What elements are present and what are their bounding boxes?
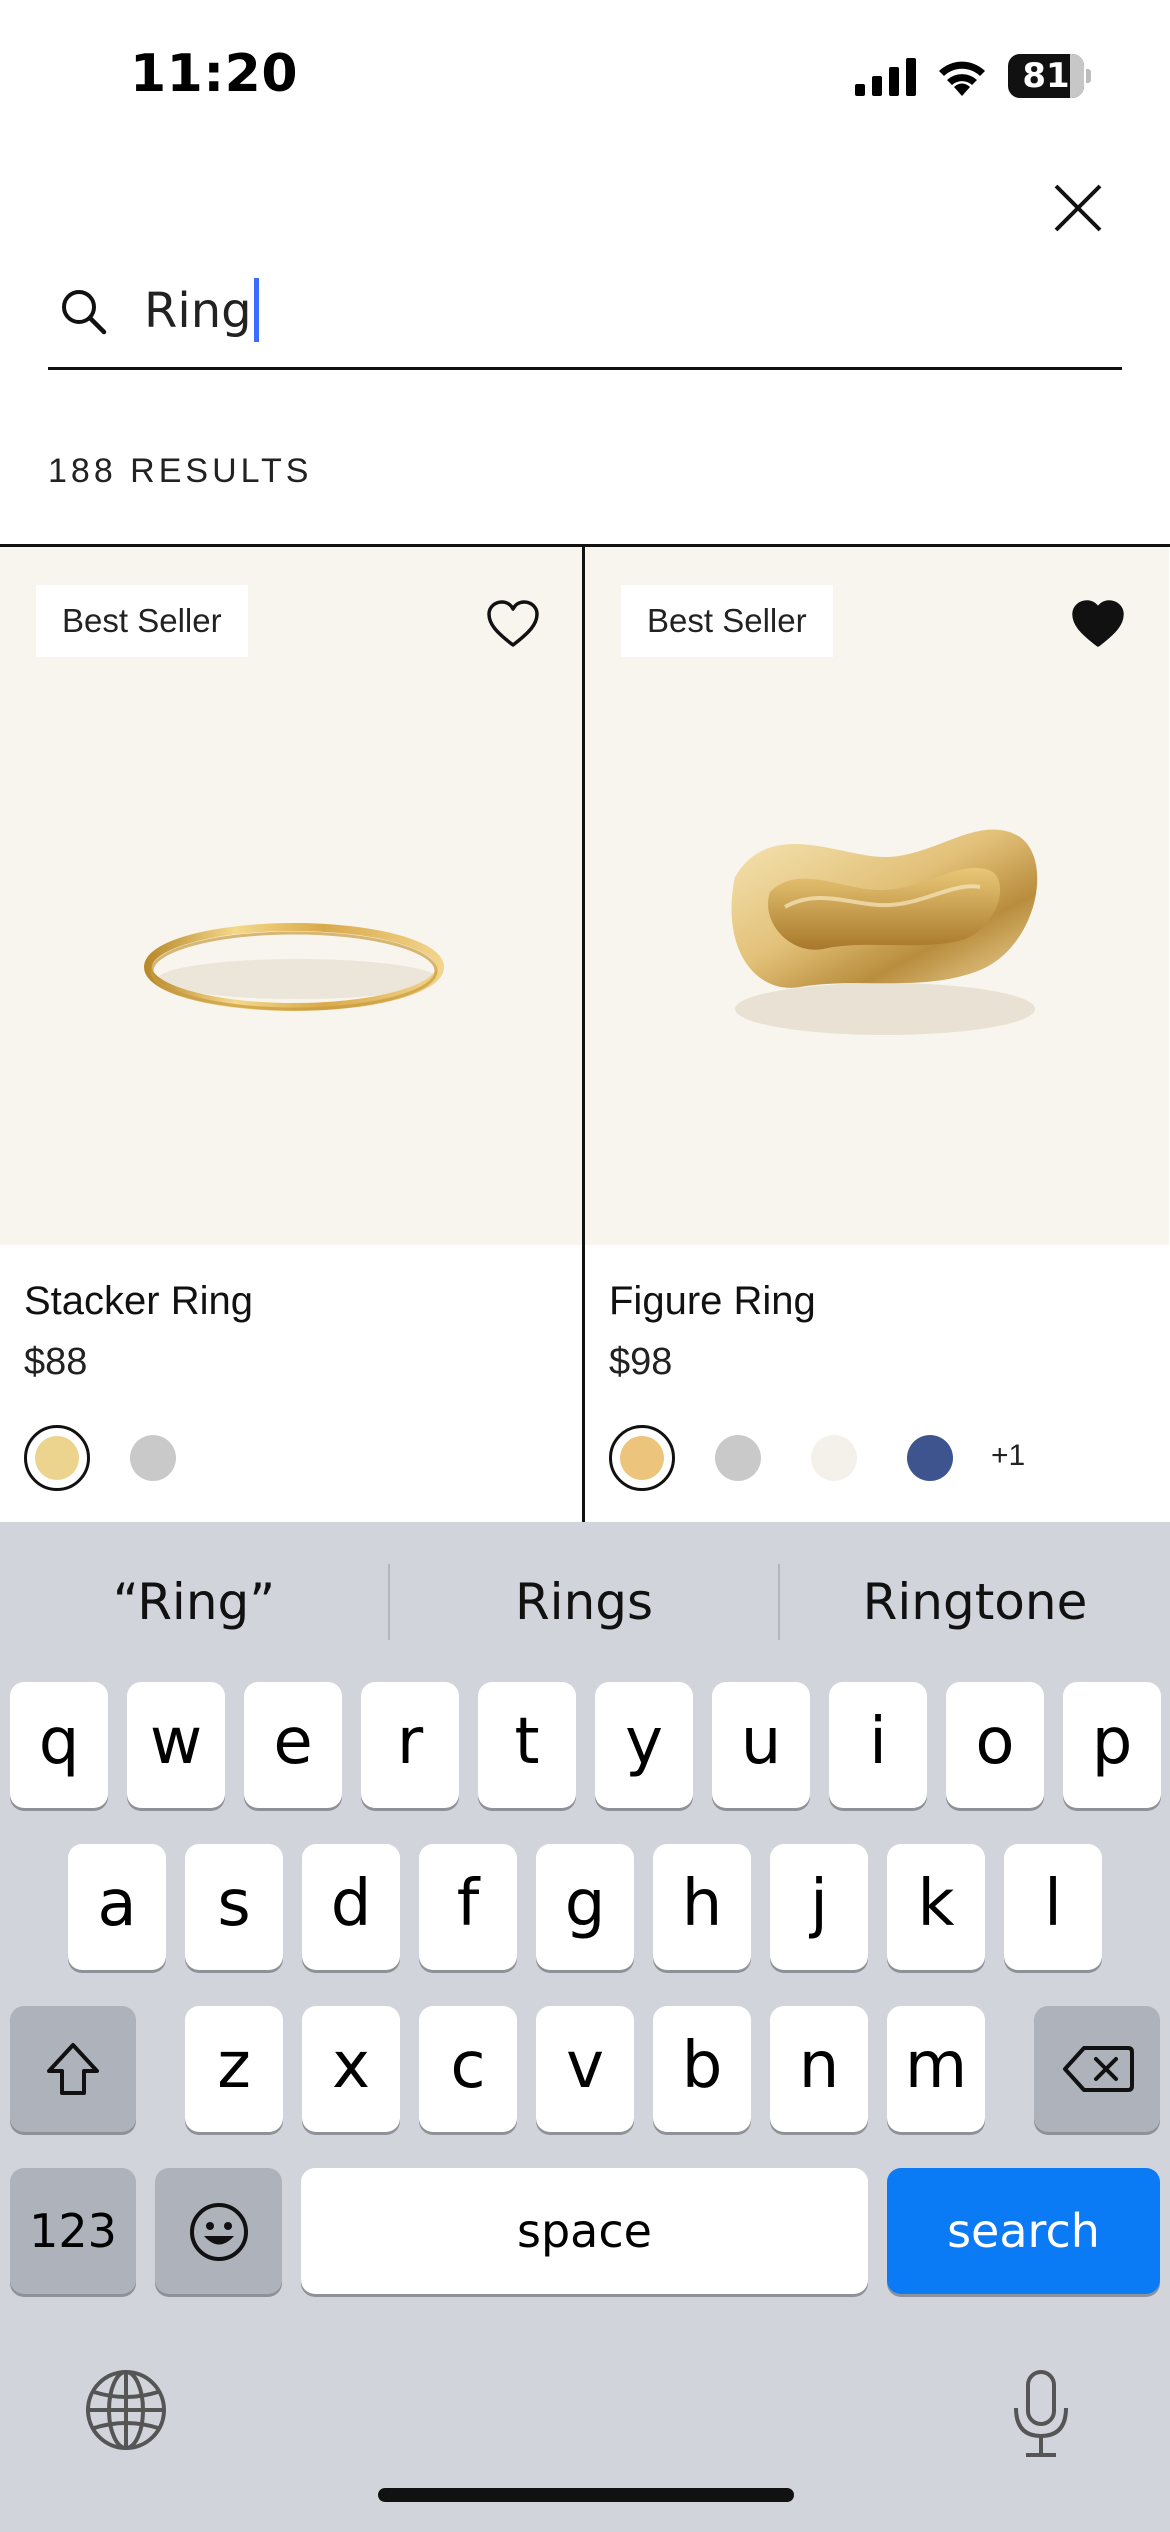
product-name[interactable]: Stacker Ring [24,1279,253,1324]
text-caret [253,278,259,342]
status-bar: 11:20 81 [0,0,1170,150]
backspace-icon [1063,2046,1134,2092]
suggestion-quoted[interactable]: “Ring” [0,1522,388,1682]
swatch-white[interactable] [801,1425,867,1491]
swatch-gold[interactable] [24,1425,90,1491]
microphone-icon[interactable] [1010,2368,1072,2460]
emoji-key[interactable] [155,2168,282,2294]
key-k[interactable]: k [887,1844,985,1970]
product-price: $98 [609,1341,673,1383]
key-u[interactable]: u [712,1682,810,1808]
key-g[interactable]: g [536,1844,634,1970]
key-e[interactable]: e [244,1682,342,1808]
favorite-heart-outline-icon[interactable] [486,599,540,649]
shift-key[interactable] [10,2006,136,2132]
best-seller-badge: Best Seller [621,585,833,657]
key-q[interactable]: q [10,1682,108,1808]
search-input-value: Ring [144,283,252,339]
delete-key[interactable] [1034,2006,1160,2132]
key-l[interactable]: l [1004,1844,1102,1970]
product-card-figure-ring[interactable]: Best Seller Figure Ring $98 +1 [585,547,1169,1522]
key-z[interactable]: z [185,2006,283,2132]
key-i[interactable]: i [829,1682,927,1808]
key-r[interactable]: r [361,1682,459,1808]
home-indicator [378,2488,794,2502]
emoji-icon [190,2203,248,2261]
results-count: 188 RESULTS [48,452,313,490]
swatch-silver[interactable] [120,1425,186,1491]
key-h[interactable]: h [653,1844,751,1970]
key-t[interactable]: t [478,1682,576,1808]
key-w[interactable]: w [127,1682,225,1808]
space-key[interactable]: space [301,2168,868,2294]
key-c[interactable]: c [419,2006,517,2132]
cellular-signal-icon [855,58,916,96]
grid-divider-vertical [582,547,585,1522]
key-j[interactable]: j [770,1844,868,1970]
key-m[interactable]: m [887,2006,985,2132]
search-key[interactable]: search [887,2168,1160,2294]
product-name[interactable]: Figure Ring [609,1279,816,1324]
wifi-icon [939,61,985,96]
suggestion-rings[interactable]: Rings [390,1522,778,1682]
product-image[interactable]: Best Seller [0,547,584,1245]
swatch-yellow-gold[interactable] [609,1425,675,1491]
key-f[interactable]: f [419,1844,517,1970]
key-y[interactable]: y [595,1682,693,1808]
search-bar[interactable]: Ring [48,260,1122,370]
key-x[interactable]: x [302,2006,400,2132]
key-n[interactable]: n [770,2006,868,2132]
product-image[interactable]: Best Seller [585,547,1169,1245]
shift-icon [47,2043,99,2095]
product-price: $88 [24,1341,88,1383]
globe-icon[interactable] [84,2368,168,2452]
status-time: 11:20 [130,44,299,104]
key-s[interactable]: s [185,1844,283,1970]
search-icon [62,290,107,335]
favorite-heart-filled-icon[interactable] [1071,599,1125,649]
product-card-stacker-ring[interactable]: Best Seller Stacker Ring $88 [0,547,584,1522]
best-seller-badge: Best Seller [36,585,248,657]
close-icon[interactable] [1050,180,1106,236]
battery-percent: 81 [1022,56,1070,96]
swatch-blue[interactable] [897,1425,963,1491]
suggestion-ringtone[interactable]: Ringtone [780,1522,1170,1682]
search-input[interactable]: Ring [144,278,259,344]
keyboard-suggestions: “Ring” Rings Ringtone [0,1522,1170,1682]
battery-icon: 81 [1008,54,1091,98]
key-o[interactable]: o [946,1682,1044,1808]
key-a[interactable]: a [68,1844,166,1970]
numbers-key[interactable]: 123 [10,2168,136,2294]
swatch-silver[interactable] [705,1425,771,1491]
key-d[interactable]: d [302,1844,400,1970]
more-swatches-count[interactable]: +1 [991,1439,1025,1473]
keyboard: “Ring” Rings Ringtone q w e r t y u i o … [0,1522,1170,2532]
key-p[interactable]: p [1063,1682,1161,1808]
key-b[interactable]: b [653,2006,751,2132]
key-v[interactable]: v [536,2006,634,2132]
